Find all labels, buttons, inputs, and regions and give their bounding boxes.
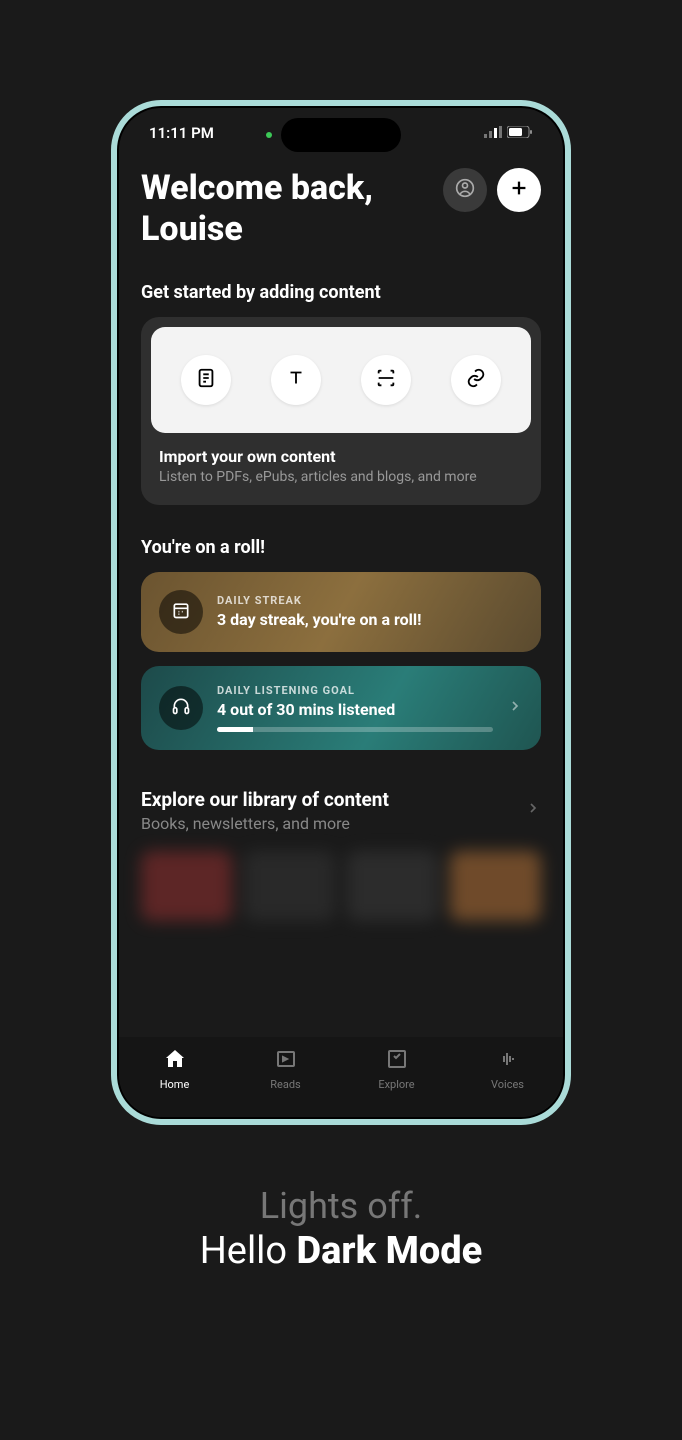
- phone-device-frame: 11:11 PM Welcome back, Louise: [111, 100, 571, 1125]
- streak-card[interactable]: DAILY STREAK 3 day streak, you're on a r…: [141, 572, 541, 652]
- tab-voices[interactable]: Voices: [452, 1047, 563, 1091]
- tab-explore[interactable]: Explore: [341, 1047, 452, 1091]
- scan-icon: [375, 367, 397, 393]
- import-scan-button[interactable]: [361, 355, 411, 405]
- roll-title: You're on a roll!: [141, 537, 541, 558]
- tab-label: Voices: [491, 1078, 524, 1091]
- status-bar: 11:11 PM: [119, 108, 563, 158]
- promo-text: Lights off. Hello Dark Mode: [200, 1185, 483, 1273]
- status-time: 11:11 PM: [149, 124, 214, 142]
- goal-label: DAILY LISTENING GOAL: [217, 684, 493, 697]
- tab-home[interactable]: Home: [119, 1047, 230, 1091]
- explore-subtitle: Books, newsletters, and more: [141, 814, 525, 833]
- import-link-button[interactable]: [451, 355, 501, 405]
- import-document-button[interactable]: [181, 355, 231, 405]
- profile-icon: [455, 178, 475, 202]
- dynamic-island: [281, 118, 401, 152]
- streak-label: DAILY STREAK: [217, 594, 523, 607]
- document-icon: [195, 367, 217, 393]
- promo-line1: Lights off.: [200, 1185, 483, 1227]
- promo-line2: Hello Dark Mode: [200, 1229, 483, 1273]
- goal-progress: [217, 727, 493, 732]
- library-preview-blurred: [141, 851, 541, 921]
- battery-icon: [507, 124, 533, 142]
- add-button[interactable]: [497, 168, 541, 212]
- get-started-title: Get started by adding content: [141, 282, 541, 303]
- tab-label: Explore: [378, 1078, 414, 1091]
- explore-icon: [385, 1047, 409, 1074]
- tab-reads[interactable]: Reads: [230, 1047, 341, 1091]
- import-icon-row: [151, 327, 531, 433]
- tab-label: Home: [160, 1078, 190, 1091]
- explore-title: Explore our library of content: [141, 788, 525, 811]
- plus-icon: [508, 177, 530, 203]
- signal-icon: [484, 124, 502, 142]
- import-title: Import your own content: [159, 447, 523, 466]
- goal-progress-fill: [217, 727, 253, 732]
- import-text-button[interactable]: [271, 355, 321, 405]
- chevron-right-icon: [507, 698, 523, 718]
- goal-card[interactable]: DAILY LISTENING GOAL 4 out of 30 mins li…: [141, 666, 541, 750]
- headphones-icon: [171, 696, 191, 720]
- calendar-icon: [171, 600, 191, 624]
- import-card: Import your own content Listen to PDFs, …: [141, 317, 541, 505]
- home-icon: [163, 1047, 187, 1074]
- voices-icon: [496, 1047, 520, 1074]
- welcome-title: Welcome back, Louise: [141, 168, 433, 250]
- text-icon: [285, 367, 307, 393]
- explore-section[interactable]: Explore our library of content Books, ne…: [141, 788, 541, 833]
- phone-screen: 11:11 PM Welcome back, Louise: [119, 108, 563, 1117]
- chevron-right-icon: [525, 800, 541, 820]
- tab-label: Reads: [270, 1078, 300, 1091]
- tab-bar: Home Reads Explore Voices: [119, 1037, 563, 1117]
- link-icon: [465, 367, 487, 393]
- profile-button[interactable]: [443, 168, 487, 212]
- streak-value: 3 day streak, you're on a roll!: [217, 610, 523, 629]
- reads-icon: [274, 1047, 298, 1074]
- camera-indicator-icon: [266, 132, 272, 138]
- goal-value: 4 out of 30 mins listened: [217, 700, 493, 719]
- import-subtitle: Listen to PDFs, ePubs, articles and blog…: [159, 469, 523, 485]
